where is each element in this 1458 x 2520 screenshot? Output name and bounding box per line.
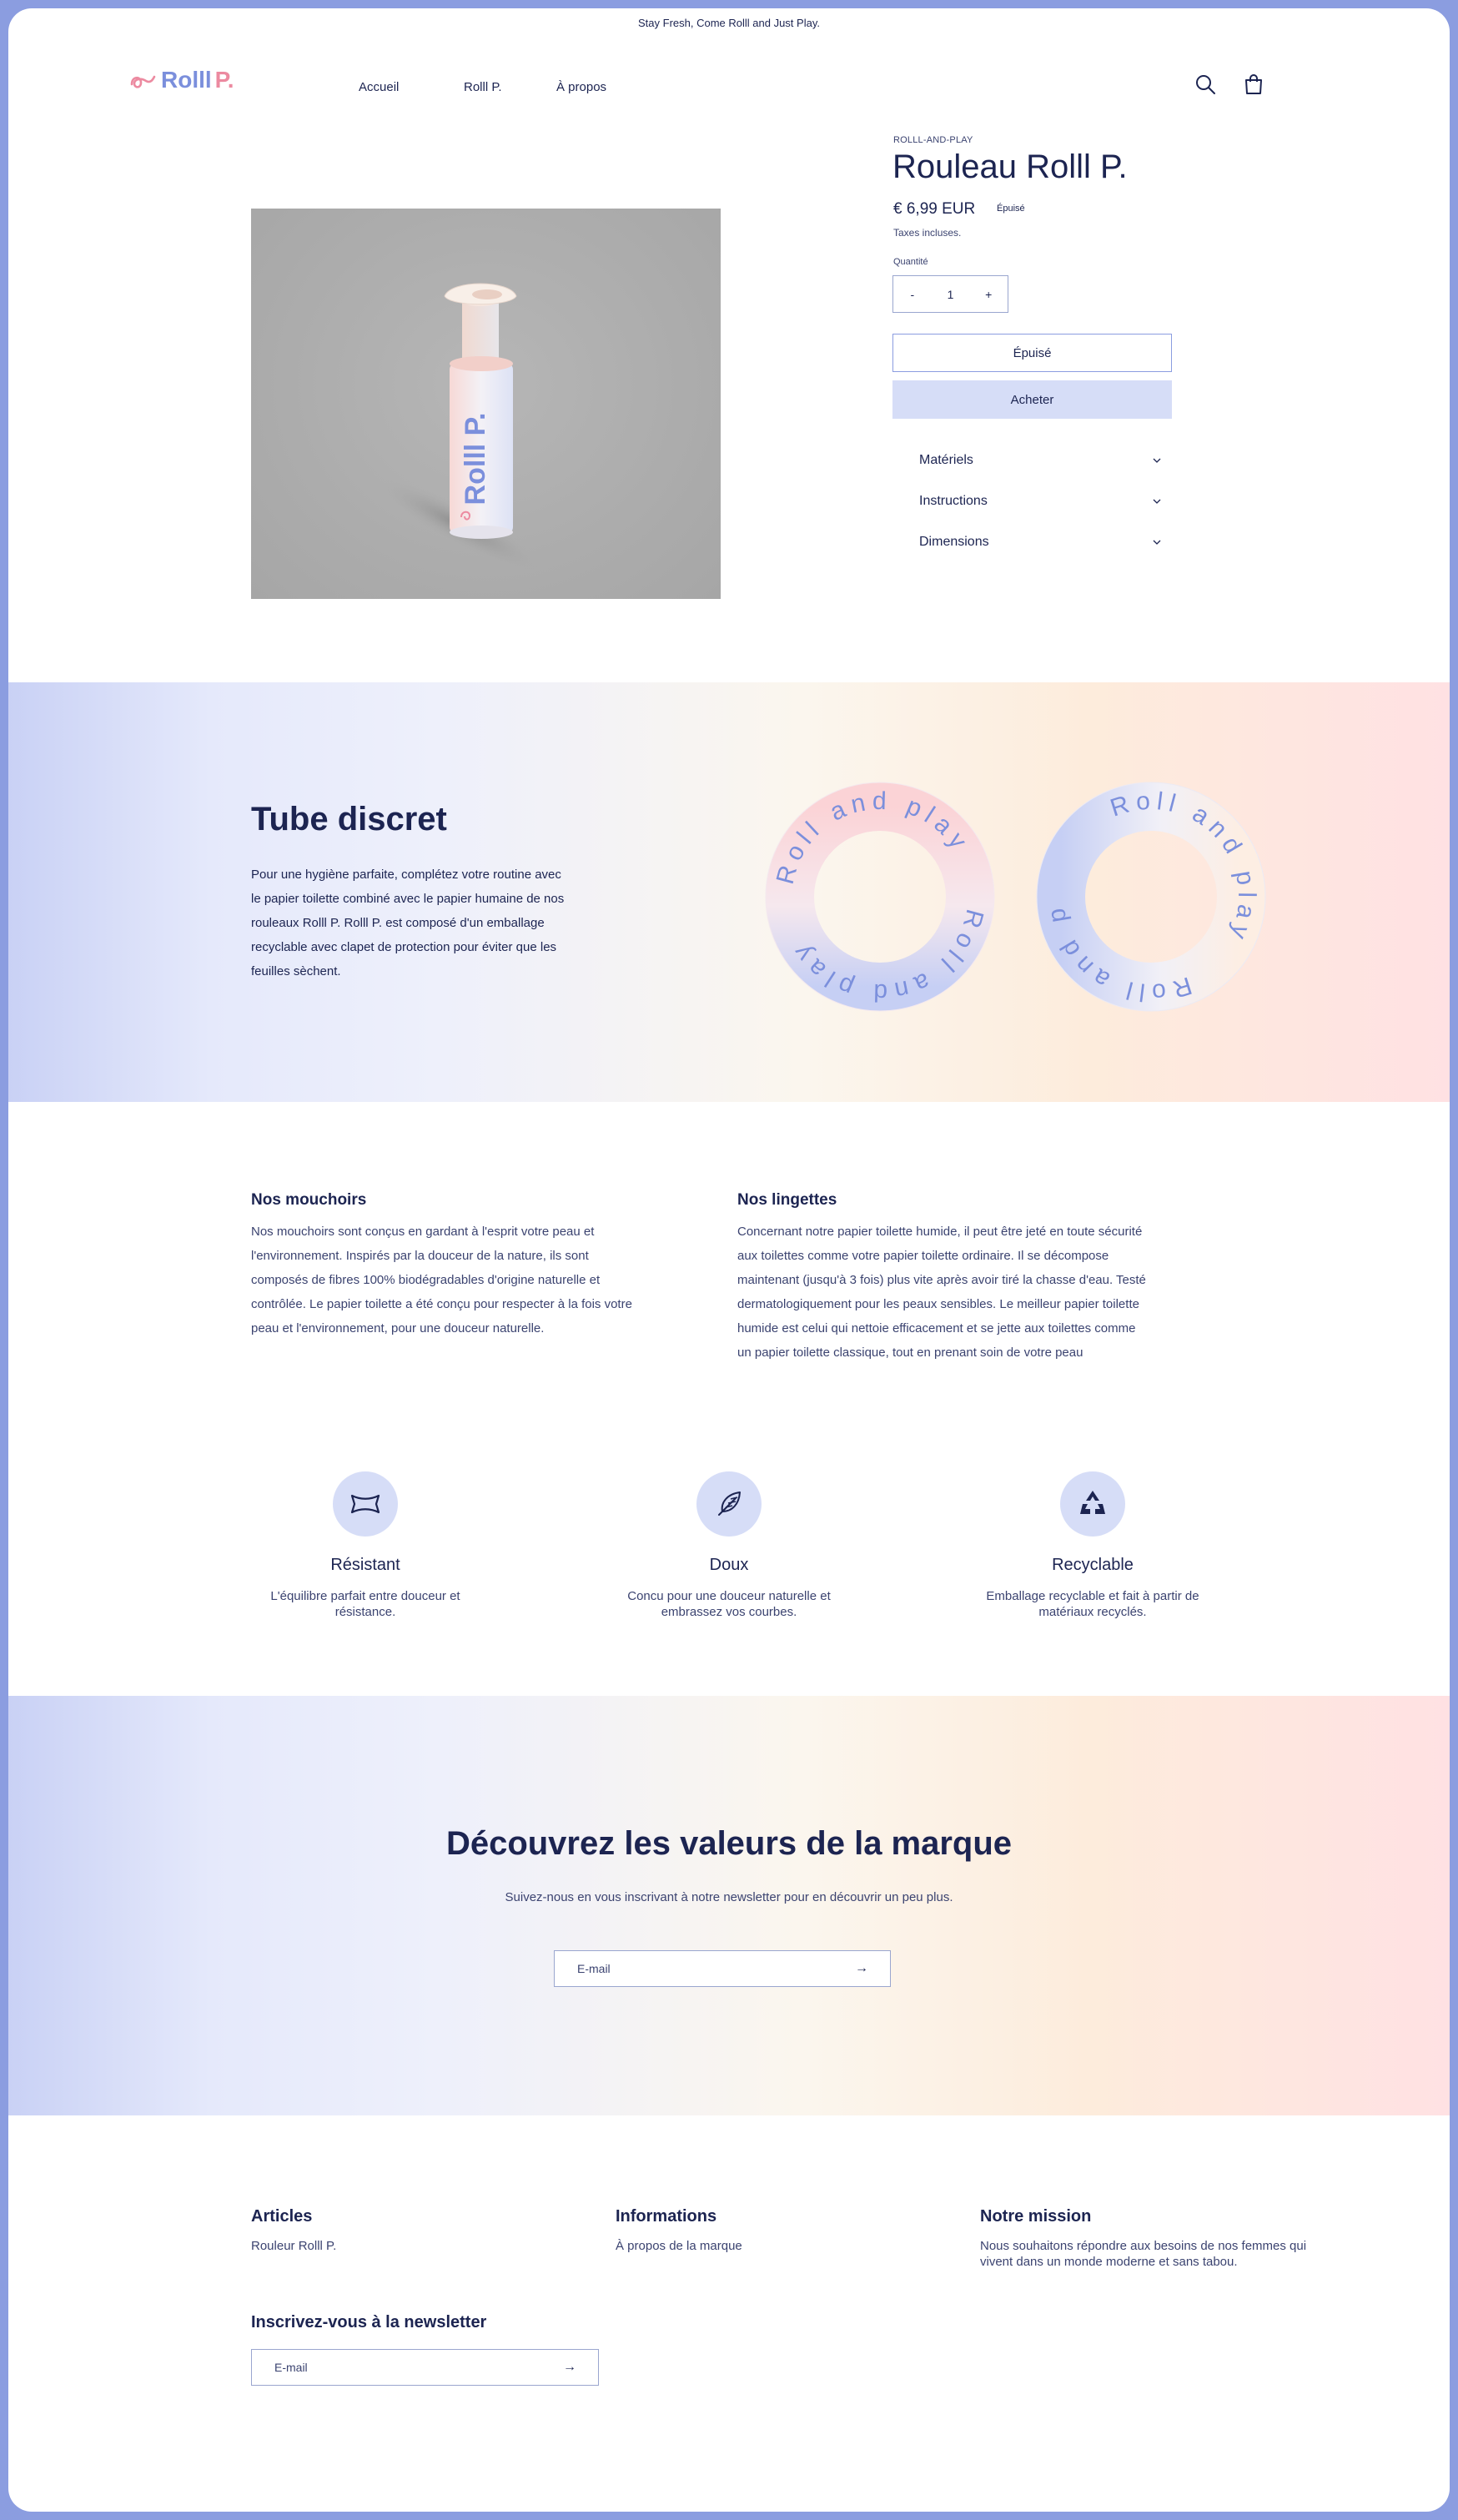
email-placeholder: E-mail: [274, 2361, 308, 2374]
feather-icon: [696, 1471, 762, 1537]
tissues-text: Nos mouchoirs sont conçus en gardant à l…: [251, 1225, 632, 1335]
newsletter-title: Découvrez les valeurs de la marque: [445, 1825, 1013, 1862]
arrow-right-icon[interactable]: →: [563, 2360, 576, 2375]
quantity-input[interactable]: 1: [932, 288, 970, 301]
tube-section-title: Tube discret: [251, 801, 447, 837]
feature-text-recyclable: Emballage recyclable et fait à partir de…: [986, 1589, 1199, 1619]
tube-section-text: Pour une hygiène parfaite, complétez vot…: [251, 868, 565, 978]
footer-newsletter-title: Inscrivez-vous à la newsletter: [251, 2313, 487, 2331]
logo[interactable]: Rolll P.: [129, 67, 234, 93]
feature-title-soft: Doux: [709, 1556, 749, 1574]
newsletter-subtitle: Suivez-nous en vous inscrivant à notre n…: [505, 1890, 953, 1904]
nav-link-product[interactable]: Rolll P.: [464, 80, 502, 94]
page-frame: Stay Fresh, Come Rolll and Just Play. Ro…: [8, 8, 1450, 2512]
tissue-icon: [333, 1471, 398, 1537]
footer-mission-title: Notre mission: [980, 2207, 1092, 2226]
feature-title-recyclable: Recyclable: [1052, 1556, 1134, 1574]
feature-text-soft: Concu pour une douceur naturelle et embr…: [627, 1589, 831, 1619]
newsletter-email-field[interactable]: E-mail →: [554, 1950, 891, 1987]
product-vendor: ROLLL-AND-PLAY: [893, 135, 973, 145]
accordion-instructions[interactable]: Instructions: [919, 491, 1161, 511]
quantity-label: Quantité: [893, 257, 928, 267]
announcement-bar: Stay Fresh, Come Rolll and Just Play.: [638, 17, 820, 29]
recycle-icon: [1060, 1471, 1125, 1537]
buy-button[interactable]: Acheter: [892, 380, 1172, 419]
quantity-decrease-button[interactable]: -: [893, 288, 932, 301]
logo-swirl-icon: [130, 75, 156, 88]
arrow-right-icon[interactable]: →: [855, 1961, 868, 1976]
tax-note: Taxes incluses.: [893, 227, 962, 239]
nav-link-about[interactable]: À propos: [556, 80, 606, 94]
chevron-down-icon: [1153, 499, 1161, 504]
ring-text-right: Roll and play: [1107, 787, 1260, 948]
email-placeholder: E-mail: [577, 1962, 611, 1975]
product-price: € 6,99 EUR: [893, 200, 976, 218]
accordion-materials[interactable]: Matériels: [919, 450, 1161, 470]
sold-out-badge: Épuisé: [997, 204, 1025, 214]
tissues-title: Nos mouchoirs: [251, 1191, 367, 1209]
tube-label: Rolll P.: [460, 413, 491, 506]
product-title: Rouleau Rolll P.: [892, 148, 1128, 185]
footer-articles-title: Articles: [251, 2207, 313, 2226]
logo-text: Rolll: [161, 67, 212, 93]
quantity-stepper: - 1 +: [892, 275, 1008, 313]
footer-mission-text: Nous souhaitons répondre aux besoins de …: [980, 2239, 1307, 2269]
tube-rings-illustration: Roll and play Roll and play Roll and pla…: [759, 776, 1266, 1012]
chevron-down-icon: [1153, 458, 1161, 463]
feature-text-resistant: L'équilibre parfait entre douceur et rés…: [270, 1589, 460, 1619]
quantity-increase-button[interactable]: +: [969, 288, 1008, 301]
wipes-text: Concernant notre papier toilette humide,…: [737, 1225, 1146, 1360]
cart-icon[interactable]: [1239, 70, 1268, 98]
footer-articles-link[interactable]: Rouleur Rolll P.: [251, 2238, 336, 2254]
logo-suffix: P.: [214, 67, 234, 93]
accordion-label: Instructions: [919, 494, 988, 508]
newsletter-section: [8, 1696, 1450, 2115]
wipes-title: Nos lingettes: [737, 1191, 837, 1209]
nav-link-home[interactable]: Accueil: [359, 80, 399, 94]
feature-title-resistant: Résistant: [330, 1556, 400, 1574]
sold-out-button[interactable]: Épuisé: [892, 334, 1172, 372]
accordion-label: Dimensions: [919, 535, 989, 549]
product-tube-illustration: Rolll P.: [378, 283, 541, 572]
footer-info-link[interactable]: À propos de la marque: [616, 2238, 742, 2254]
search-icon[interactable]: [1191, 70, 1219, 98]
product-image[interactable]: Rolll P.: [251, 209, 721, 599]
accordion-label: Matériels: [919, 453, 973, 467]
footer-info-title: Informations: [616, 2207, 717, 2226]
footer-email-field[interactable]: E-mail →: [251, 2349, 599, 2386]
accordion-dimensions[interactable]: Dimensions: [919, 532, 1161, 552]
chevron-down-icon: [1153, 540, 1161, 545]
